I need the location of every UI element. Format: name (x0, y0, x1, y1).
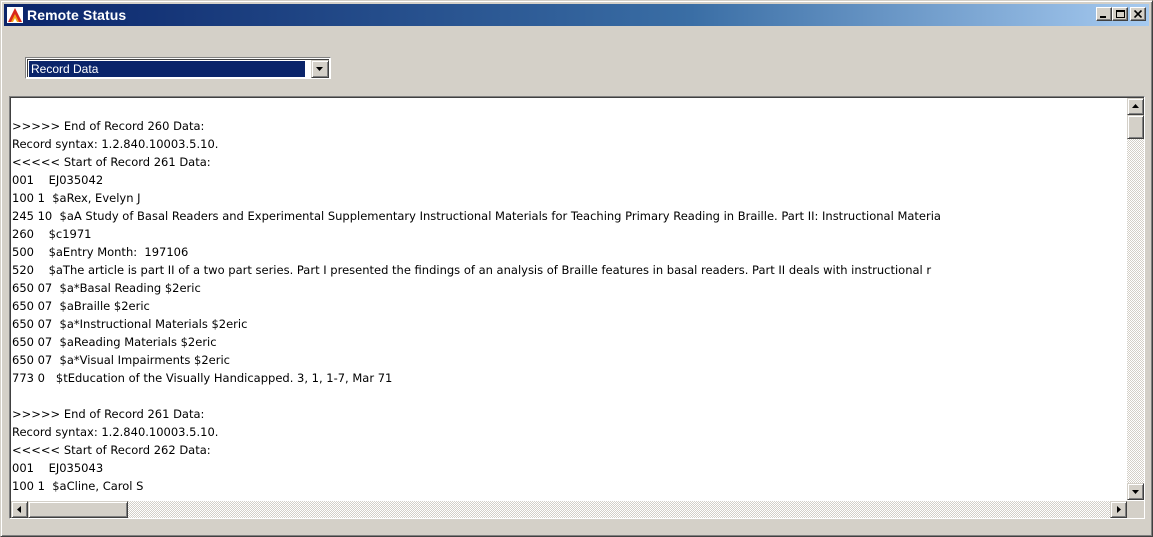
title-bar[interactable]: Remote Status (4, 4, 1149, 26)
output-line: 245 10 $aA Study of Basal Readers and Ex… (12, 209, 941, 223)
output-line: 650 07 $a*Instructional Materials $2eric (12, 317, 248, 331)
scrollbar-corner (1127, 501, 1144, 518)
record-output-panel: >>>>> End of Record 260 Data: Record synt… (9, 96, 1145, 519)
output-line: 650 07 $aReading Materials $2eric (12, 335, 217, 349)
scroll-down-button[interactable] (1127, 483, 1144, 500)
view-select-frame: Record Data (27, 59, 329, 78)
output-line: >>>>> End of Record 260 Data: (12, 119, 205, 133)
maximize-button[interactable] (1112, 7, 1128, 21)
output-line: 650 07 $aBraille $2eric (12, 299, 150, 313)
vertical-scroll-thumb[interactable] (1127, 115, 1144, 139)
output-line: 773 0 $tEducation of the Visually Handic… (12, 371, 393, 385)
horizontal-scroll-thumb[interactable] (28, 501, 128, 518)
maximize-icon (1116, 10, 1125, 18)
output-line: <<<<< Start of Record 261 Data: (12, 155, 211, 169)
output-line: 500 $aEntry Month: 197106 (12, 245, 189, 259)
scroll-right-button[interactable] (1110, 501, 1127, 518)
output-line: 001 EJ035042 (12, 173, 104, 187)
scroll-down-icon (1132, 490, 1139, 494)
output-line: 100 1 $aCline, Carol S (12, 479, 144, 493)
output-line: 520 $aThe article is part II of a two pa… (12, 263, 932, 277)
close-icon (1134, 10, 1143, 18)
scroll-left-button[interactable] (11, 501, 28, 518)
record-output-frame: >>>>> End of Record 260 Data: Record synt… (10, 97, 1144, 518)
output-line: Record syntax: 1.2.840.10003.5.10. (12, 425, 219, 439)
output-line: Record syntax: 1.2.840.10003.5.10. (12, 137, 219, 151)
view-select-dropdown[interactable]: Record Data (25, 57, 331, 79)
output-line: 650 07 $a*Basal Reading $2eric (12, 281, 201, 295)
view-select-value: Record Data (29, 61, 305, 77)
horizontal-scrollbar[interactable] (11, 501, 1127, 518)
minimize-button[interactable] (1096, 7, 1112, 21)
record-output-text[interactable]: >>>>> End of Record 260 Data: Record synt… (12, 117, 1119, 495)
remote-status-window: Remote Status Record Data >>>>> End of R… (0, 0, 1153, 537)
dropdown-button[interactable] (311, 60, 329, 78)
scroll-up-icon (1132, 104, 1139, 108)
scroll-right-icon (1117, 506, 1121, 513)
chevron-down-icon (316, 67, 323, 71)
minimize-icon (1100, 16, 1106, 18)
window-title: Remote Status (27, 7, 127, 23)
app-logo-icon (7, 7, 23, 23)
output-line: >>>>> End of Record 261 Data: (12, 407, 205, 421)
output-line: 260 $c1971 (12, 227, 92, 241)
scroll-left-icon (17, 506, 21, 513)
close-button[interactable] (1130, 7, 1146, 21)
output-line: <<<<< Start of Record 262 Data: (12, 443, 211, 457)
output-line: 100 1 $aRex, Evelyn J (12, 191, 141, 205)
output-line: 650 07 $a*Visual Impairments $2eric (12, 353, 230, 367)
output-line: 001 EJ035043 (12, 461, 104, 475)
scroll-up-button[interactable] (1127, 98, 1144, 115)
vertical-scrollbar[interactable] (1127, 98, 1144, 500)
window-controls (1096, 7, 1146, 21)
